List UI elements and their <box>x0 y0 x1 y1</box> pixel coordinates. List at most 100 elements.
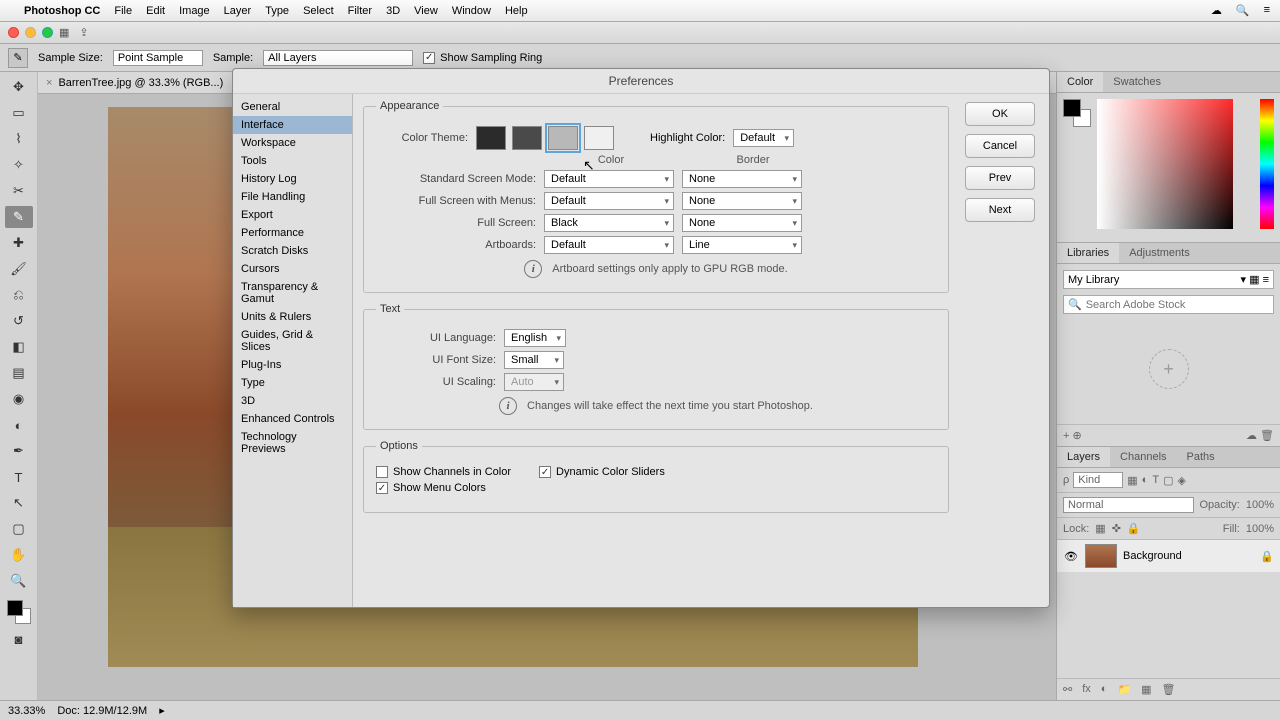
current-tool-icon[interactable]: ✎ <box>8 48 28 68</box>
screen-mode-border-select-0[interactable]: None <box>682 170 802 188</box>
filter-shape-icon[interactable]: ▢ <box>1163 474 1173 487</box>
layer-row-background[interactable]: 👁 Background 🔒 <box>1057 540 1280 572</box>
pref-category-performance[interactable]: Performance <box>233 224 352 242</box>
theme-swatch-2[interactable] <box>548 126 578 150</box>
marquee-tool[interactable]: ▭ <box>5 102 33 124</box>
pref-category-units-rulers[interactable]: Units & Rulers <box>233 308 352 326</box>
zoom-tool[interactable]: 🔍 <box>5 570 33 592</box>
clone-tool[interactable]: ⎌ <box>5 284 33 306</box>
fill-value[interactable]: 100% <box>1246 523 1274 535</box>
search-icon[interactable]: 🔍 <box>1236 4 1250 17</box>
lock-all-icon[interactable]: 🔒 <box>1127 522 1141 535</box>
library-select[interactable]: My Library▾ ▦ ≡ <box>1063 270 1274 289</box>
pref-category-3d[interactable]: 3D <box>233 392 352 410</box>
visibility-icon[interactable]: 👁 <box>1063 550 1079 563</box>
prev-button[interactable]: Prev <box>965 166 1035 190</box>
gradient-tool[interactable]: ▤ <box>5 362 33 384</box>
minimize-icon[interactable] <box>25 27 36 38</box>
brush-tool[interactable]: 🖌 <box>5 258 33 280</box>
text-row-select-0[interactable]: English <box>504 329 566 347</box>
doc-info[interactable]: Doc: 12.9M/12.9M <box>57 705 147 717</box>
screen-mode-color-select-0[interactable]: Default <box>544 170 674 188</box>
color-field[interactable] <box>1097 99 1233 229</box>
cancel-button[interactable]: Cancel <box>965 134 1035 158</box>
filter-adjust-icon[interactable]: ◐ <box>1142 474 1149 486</box>
ok-button[interactable]: OK <box>965 102 1035 126</box>
sample-select[interactable]: All Layers <box>263 50 413 66</box>
close-icon[interactable] <box>8 27 19 38</box>
tab-adjustments[interactable]: Adjustments <box>1119 243 1200 263</box>
filter-kind-select[interactable]: Kind <box>1073 472 1123 488</box>
tab-color[interactable]: Color <box>1057 72 1103 92</box>
filter-smart-icon[interactable]: ◈ <box>1177 474 1185 487</box>
new-layer-icon[interactable]: ▦ <box>1141 683 1151 696</box>
library-search-input[interactable] <box>1086 299 1269 311</box>
pref-category-plug-ins[interactable]: Plug-Ins <box>233 356 352 374</box>
pref-category-interface[interactable]: Interface <box>233 116 352 134</box>
delete-layer-icon[interactable]: 🗑 <box>1162 683 1176 696</box>
rectangle-tool[interactable]: ▢ <box>5 518 33 540</box>
highlight-color-select[interactable]: Default <box>733 129 794 147</box>
lock-pixels-icon[interactable]: ▦ <box>1095 522 1105 535</box>
pref-category-history-log[interactable]: History Log <box>233 170 352 188</box>
pen-tool[interactable]: ✒ <box>5 440 33 462</box>
blur-tool[interactable]: ◉ <box>5 388 33 410</box>
next-button[interactable]: Next <box>965 198 1035 222</box>
library-search[interactable]: 🔍 <box>1063 295 1274 314</box>
panel-menu-icon[interactable]: ≡ <box>1264 4 1270 17</box>
history-brush-tool[interactable]: ↺ <box>5 310 33 332</box>
opacity-value[interactable]: 100% <box>1246 499 1274 511</box>
pref-category-enhanced-controls[interactable]: Enhanced Controls <box>233 410 352 428</box>
text-row-select-1[interactable]: Small <box>504 351 564 369</box>
zoom-level[interactable]: 33.33% <box>8 705 45 717</box>
zoom-icon[interactable] <box>42 27 53 38</box>
fg-bg-colors[interactable] <box>7 600 31 624</box>
tab-channels[interactable]: Channels <box>1110 447 1176 467</box>
pref-category-export[interactable]: Export <box>233 206 352 224</box>
option-check-dynamic-color-sliders[interactable]: Dynamic Color Sliders <box>539 466 665 478</box>
close-tab-icon[interactable]: × <box>46 77 52 89</box>
screen-mode-color-select-2[interactable]: Black <box>544 214 674 232</box>
menu-image[interactable]: Image <box>179 5 210 17</box>
crop-tool[interactable]: ✂ <box>5 180 33 202</box>
new-group-icon[interactable]: 📁 <box>1117 683 1131 696</box>
screen-mode-color-select-3[interactable]: Default <box>544 236 674 254</box>
layer-name[interactable]: Background <box>1123 550 1182 562</box>
dodge-tool[interactable]: ◐ <box>5 414 33 436</box>
path-select-tool[interactable]: ↖ <box>5 492 33 514</box>
pref-category-tools[interactable]: Tools <box>233 152 352 170</box>
add-library-item-icon[interactable]: + <box>1149 349 1189 389</box>
quick-select-tool[interactable]: ✧ <box>5 154 33 176</box>
show-sampling-ring-checkbox[interactable]: Show Sampling Ring <box>423 52 542 64</box>
screen-mode-border-select-1[interactable]: None <box>682 192 802 210</box>
tab-layers[interactable]: Layers <box>1057 447 1110 467</box>
tab-paths[interactable]: Paths <box>1177 447 1225 467</box>
filter-pixel-icon[interactable]: ▦ <box>1127 474 1137 487</box>
option-check-show-menu-colors[interactable]: Show Menu Colors <box>376 482 486 494</box>
lasso-tool[interactable]: ⌇ <box>5 128 33 150</box>
tab-swatches[interactable]: Swatches <box>1103 72 1171 92</box>
theme-swatch-3[interactable] <box>584 126 614 150</box>
cloud-icon[interactable]: ☁ <box>1246 430 1260 442</box>
pref-category-transparency-gamut[interactable]: Transparency & Gamut <box>233 278 352 308</box>
chevron-right-icon[interactable]: ▸ <box>159 704 165 717</box>
pref-category-general[interactable]: General <box>233 98 352 116</box>
menu-edit[interactable]: Edit <box>146 5 165 17</box>
trash-icon[interactable]: 🗑 <box>1260 430 1274 442</box>
type-tool[interactable]: T <box>5 466 33 488</box>
fx-icon[interactable]: fx <box>1082 683 1091 696</box>
filter-type-icon[interactable]: T <box>1152 474 1159 486</box>
menu-layer[interactable]: Layer <box>224 5 252 17</box>
menu-type[interactable]: Type <box>265 5 289 17</box>
eraser-tool[interactable]: ◧ <box>5 336 33 358</box>
theme-swatch-0[interactable] <box>476 126 506 150</box>
healing-tool[interactable]: ✚ <box>5 232 33 254</box>
menu-view[interactable]: View <box>414 5 438 17</box>
lock-position-icon[interactable]: ✜ <box>1112 522 1121 535</box>
menu-select[interactable]: Select <box>303 5 334 17</box>
add-from-icon[interactable]: ⊕ <box>1072 430 1081 442</box>
app-name-menu[interactable]: Photoshop CC <box>24 5 100 17</box>
menu-help[interactable]: Help <box>505 5 528 17</box>
pref-category-technology-previews[interactable]: Technology Previews <box>233 428 352 458</box>
pref-category-scratch-disks[interactable]: Scratch Disks <box>233 242 352 260</box>
